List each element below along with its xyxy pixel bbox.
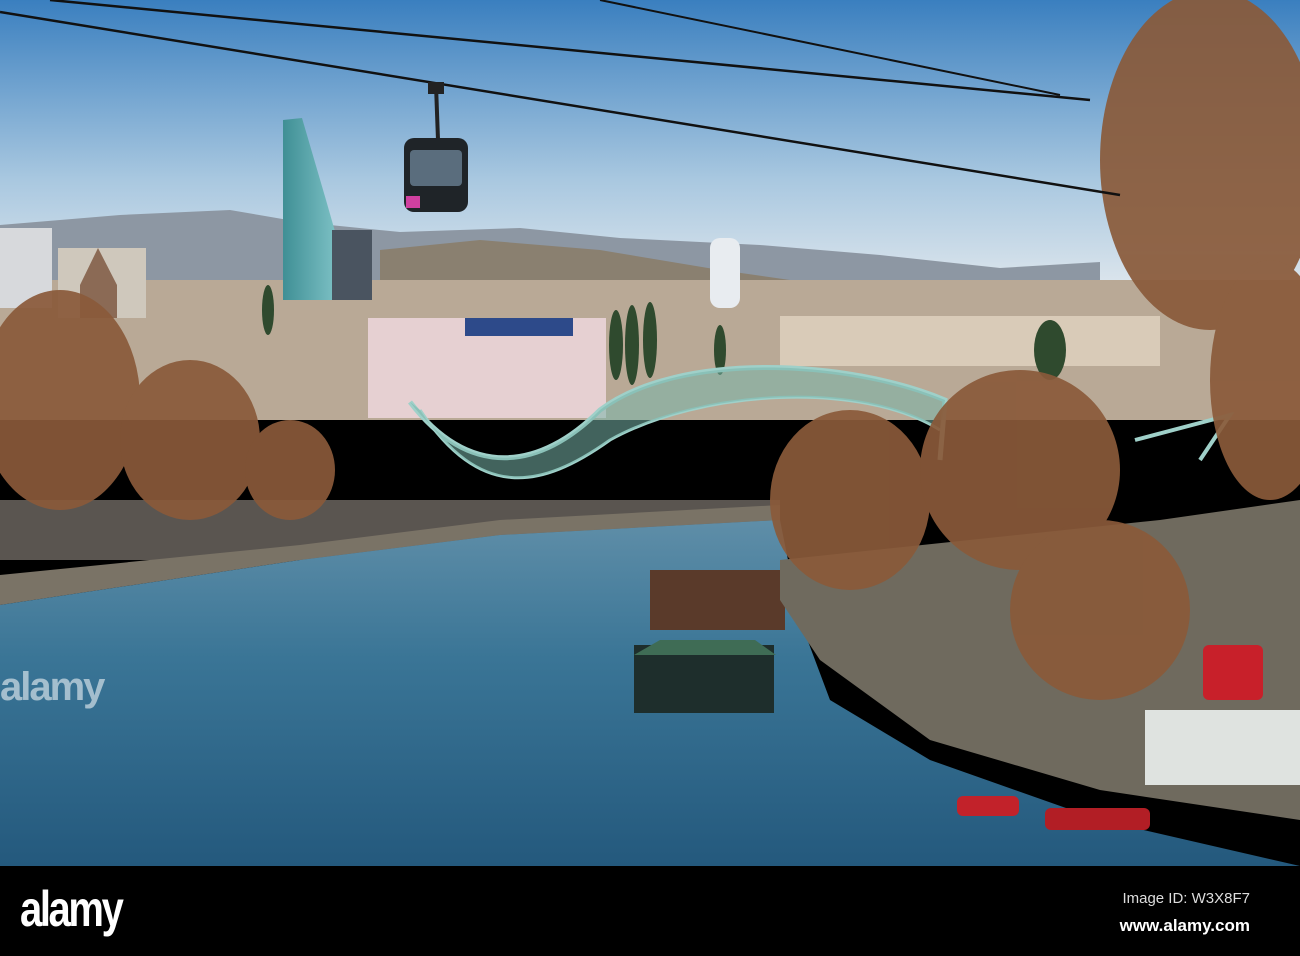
watermark-logo: alamy — [0, 665, 105, 709]
watermark-footer: alamy Image ID: W3X8F7 www.alamy.com — [0, 866, 1300, 956]
floating-restaurant — [650, 570, 785, 630]
red-boat — [957, 796, 1019, 816]
red-boat — [1045, 808, 1150, 830]
red-bus — [1203, 645, 1263, 700]
scene — [0, 0, 1300, 866]
white-building — [780, 316, 1160, 366]
alamy-url: www.alamy.com — [1119, 916, 1250, 935]
photo: alamy alamy Image ID: W3X8F7 www.alamy.c… — [0, 0, 1300, 956]
houseboat — [634, 645, 774, 713]
alamy-logo: alamy — [20, 881, 124, 937]
image-id: Image ID: W3X8F7 — [1122, 890, 1250, 907]
dark-tower — [332, 230, 372, 300]
round-tower — [710, 238, 740, 308]
building-sign — [465, 318, 573, 336]
glass-pavilion — [1145, 710, 1300, 785]
